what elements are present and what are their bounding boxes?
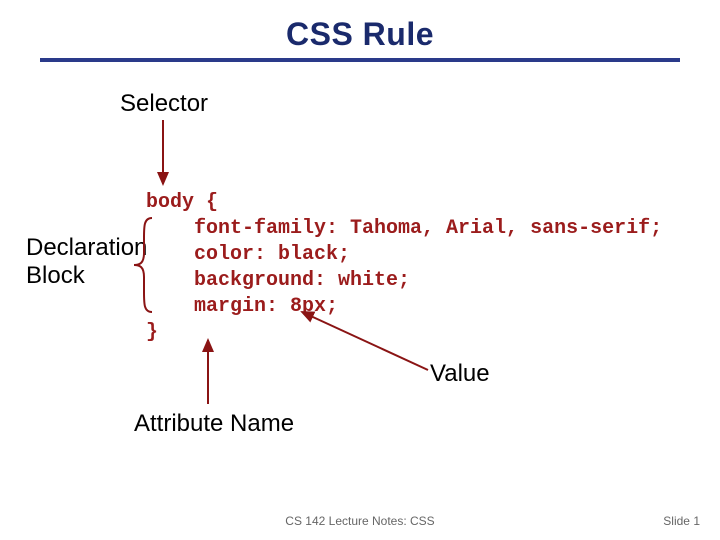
footer-slide-number: Slide 1 [663, 514, 700, 528]
code-line-5: margin: 8px; [146, 294, 338, 320]
page-title: CSS Rule [0, 16, 720, 53]
code-line-6: } [146, 320, 158, 346]
slide: CSS Rule Selector Declaration Block Valu… [0, 0, 720, 540]
code-line-2: font-family: Tahoma, Arial, sans-serif; [146, 216, 662, 242]
footer-center: CS 142 Lecture Notes: CSS [0, 514, 720, 528]
label-declaration-block-1: Declaration [26, 234, 147, 262]
code-line-3: color: black; [146, 242, 350, 268]
label-attribute-name: Attribute Name [134, 410, 294, 438]
code-line-4: background: white; [146, 268, 410, 294]
label-declaration-block-2: Block [26, 262, 85, 290]
code-line-1: body { [146, 190, 218, 216]
arrow-value [302, 312, 428, 370]
label-value: Value [430, 360, 490, 388]
label-selector: Selector [120, 90, 208, 118]
title-rule [40, 58, 680, 62]
